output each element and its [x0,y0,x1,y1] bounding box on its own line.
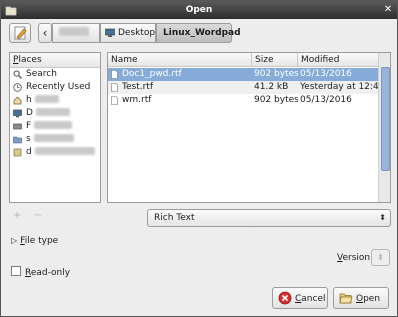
file-name: Doc1_pwd.rtf [122,69,182,79]
file-filter-select[interactable]: Rich Text ⬍ [147,209,391,227]
column-header-label: Name [111,55,138,65]
column-header-name[interactable]: Name [108,53,252,67]
spinner-arrows-icon: ⬍ [377,253,384,262]
version-spinner[interactable]: ⬍ [371,249,390,266]
file-list: Name Size Modified Doc1_pwd.rtf 902 byte… [107,52,391,203]
edit-location-button[interactable] [9,23,31,43]
version-label-text: ersion: [342,253,374,263]
place-label: D [26,108,33,118]
column-header-size[interactable]: Size [252,53,298,67]
file-modified: 05/13/2016 [300,95,352,105]
chevron-left-icon: ‹ [42,26,48,40]
place-label: s [26,134,31,144]
cancel-button[interactable]: Cancel [272,287,328,309]
drive-icon [13,148,22,157]
column-header-label: Modified [301,55,340,65]
document-icon [111,70,118,79]
place-label: Search [26,69,57,79]
path-back-button[interactable]: ‹ [38,23,52,43]
folder-icon [13,136,22,144]
file-type-expander[interactable]: ▷ File type [11,235,58,247]
redacted-place-name [35,108,70,116]
places-header-label: laces [18,55,42,65]
file-type-label: ile type [24,236,59,246]
file-row[interactable]: Test.rtf 41.2 kB Yesterday at 12:40 [108,81,379,94]
file-size: 902 bytes [254,69,298,79]
open-button[interactable]: Open [333,287,389,309]
file-size: 41.2 kB [254,82,289,92]
places-controls: + − [13,210,43,221]
scrollbar-thumb[interactable] [381,67,390,171]
file-row[interactable]: wm.rtf 902 bytes 05/13/2016 [108,94,379,107]
file-name: wm.rtf [122,95,152,105]
combo-arrows-icon: ⬍ [379,213,386,222]
redacted-place-name [34,121,73,129]
window-title: Open [185,5,213,15]
remove-bookmark-button[interactable]: − [34,210,42,221]
column-header-modified[interactable]: Modified [298,53,379,67]
open-label: Open [356,293,380,305]
place-label: Recently Used [26,82,91,92]
file-name: Test.rtf [122,82,153,92]
place-label: h [26,95,32,105]
places-header[interactable]: Places [10,53,100,68]
place-label: F [26,121,32,131]
document-icon [111,96,118,105]
path-crumb-desktop[interactable]: Desktop [100,23,156,43]
recent-icon [13,83,22,92]
file-modified: 05/13/2016 [300,69,352,79]
path-crumb-label: Linux_Wordpad [163,28,241,38]
path-crumb-home[interactable] [52,23,100,43]
file-filter-value: Rich Text [154,213,195,223]
column-header-label: Size [255,55,274,65]
redacted-place-name [34,95,59,103]
place-desktop[interactable]: D [10,107,100,120]
folder-open-icon [339,293,353,304]
place-drive[interactable]: d [10,146,100,159]
read-only-label: ead-only [30,268,71,278]
open-label-text: pen [363,294,381,304]
redacted-folder-name [59,27,89,36]
home-icon [13,96,22,105]
title-bar: Open ✕ [1,1,397,19]
place-label: d [26,147,32,157]
close-button[interactable]: ✕ [382,4,394,16]
cancel-label-text: ancel [301,294,326,304]
file-row[interactable]: Doc1_pwd.rtf 902 bytes 05/13/2016 [108,68,379,81]
places-sidebar: Places Search Recently Used h D F s d [9,52,101,203]
place-home[interactable]: h [10,94,100,107]
desktop-icon [105,28,115,37]
open-dialog: Open ✕ ‹ Desktop Linux_Wordpad Places Se… [0,0,398,317]
cancel-icon [278,291,292,305]
expander-arrow-icon: ▷ [11,236,18,245]
pencil-icon [14,26,27,40]
redacted-place-name [33,134,74,142]
place-recently-used[interactable]: Recently Used [10,81,100,94]
read-only-checkbox[interactable]: Read-only [11,266,70,279]
place-filesystem[interactable]: F [10,120,100,133]
place-search[interactable]: Search [10,68,100,81]
file-size: 902 bytes [254,95,298,105]
place-folder[interactable]: s [10,133,100,146]
filesystem-icon [13,123,22,130]
version-label: Version: [337,252,373,264]
path-crumb-label: Desktop [118,28,156,38]
add-bookmark-button[interactable]: + [13,210,21,221]
cancel-label: Cancel [295,293,326,305]
path-crumb-linux-wordpad[interactable]: Linux_Wordpad [156,23,241,43]
desktop-icon [13,109,22,118]
redacted-place-name [34,147,95,155]
document-icon [111,83,118,92]
checkbox-box[interactable] [11,266,21,276]
folder-open-icon [5,6,17,16]
file-list-scrollbar[interactable] [378,53,390,202]
file-modified: Yesterday at 12:40 [300,82,379,92]
search-icon [13,70,22,79]
